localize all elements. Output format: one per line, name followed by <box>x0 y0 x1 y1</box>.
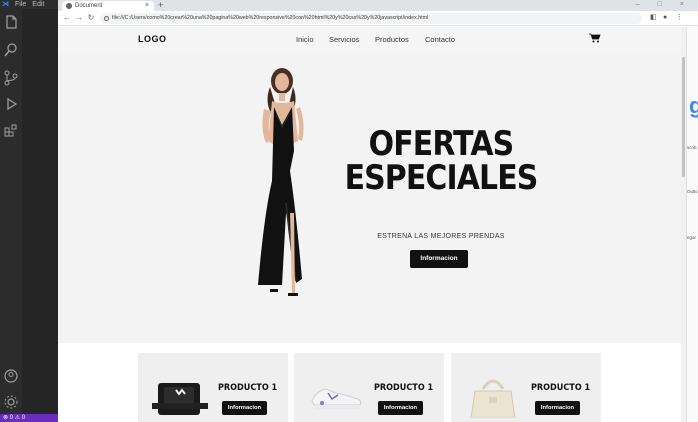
nav-inicio[interactable]: Inicio <box>296 35 314 44</box>
tab-title: Document <box>75 3 103 9</box>
nav-productos[interactable]: Productos <box>375 35 409 44</box>
product-info-button[interactable]: Informacion <box>378 401 423 415</box>
page-viewport: LOGO Inicio Servicios Productos Contacto <box>58 27 681 422</box>
new-tab-button[interactable]: + <box>158 0 163 11</box>
back-icon[interactable]: ← <box>62 13 72 23</box>
site-logo[interactable]: LOGO <box>138 34 167 44</box>
hero-info-button[interactable]: Informacion <box>410 250 468 268</box>
url-text: file:///C:/Users/como%20crear%20una%20pa… <box>112 15 429 21</box>
tab-document[interactable]: Document × <box>62 1 154 11</box>
vscode-statusbar[interactable]: ⊗ 0 ⚠ 0 <box>0 414 58 422</box>
window-controls[interactable]: – □ × <box>636 0 692 9</box>
menu-file[interactable]: File <box>15 1 26 8</box>
vscode-sidebar <box>22 0 58 422</box>
forward-icon[interactable]: → <box>74 13 84 23</box>
screen: ⋊ File Edit ⊗ 0 ⚠ 0 Document × + – □ × ← →… <box>0 0 698 422</box>
product-title: PRODUCTO 1 <box>374 383 434 393</box>
account-icon[interactable] <box>3 368 19 384</box>
hero-title-line2: ESPECIALES <box>344 158 539 198</box>
reload-icon[interactable]: ↻ <box>86 13 96 23</box>
search-icon[interactable] <box>3 42 19 58</box>
nav-servicios[interactable]: Servicios <box>329 35 359 44</box>
profile-icon[interactable]: ● <box>663 13 667 23</box>
settings-gear-icon[interactable] <box>3 394 19 410</box>
run-debug-icon[interactable] <box>3 96 19 112</box>
site-header: LOGO Inicio Servicios Productos Contacto <box>58 27 681 53</box>
scrollbar-thumb[interactable] <box>682 57 685 177</box>
belt-box-image <box>152 383 208 415</box>
address-bar[interactable]: file:///C:/Users/como%20crear%20una%20pa… <box>100 13 642 24</box>
explorer-icon[interactable] <box>3 14 19 30</box>
browser-toolbar: ← → ↻ file:///C:/Users/como%20crear%20un… <box>58 11 698 26</box>
vscode-activity-bar <box>0 0 22 422</box>
product-title: PRODUCTO 1 <box>218 383 278 393</box>
tab-strip: Document × + – □ × <box>58 0 698 11</box>
product-card: PRODUCTO 1 Informacion <box>294 353 444 422</box>
shopping-cart-icon[interactable] <box>589 33 601 43</box>
vscode-menubar: ⋊ File Edit <box>0 0 58 9</box>
tote-bag-image <box>470 379 516 418</box>
product-card: PRODUCTO 1 Informacion <box>451 353 601 422</box>
site-info-icon[interactable] <box>104 16 109 21</box>
side-text-3: Outlo <box>687 189 698 194</box>
menu-edit[interactable]: Edit <box>32 1 44 8</box>
source-control-icon[interactable] <box>3 70 19 86</box>
globe-icon <box>66 3 72 9</box>
vscode-logo-icon: ⋊ <box>2 1 9 8</box>
sneaker-image <box>311 388 362 409</box>
browser-window: Document × + – □ × ← → ↻ file:///C:/User… <box>58 0 698 422</box>
model-dress-image <box>258 68 304 296</box>
google-logo-icon: g <box>689 93 698 119</box>
hero-subtitle: ESTRENA LAS MEJORES PRENDAS <box>377 233 505 240</box>
side-text-4: egar <box>687 235 697 240</box>
tab-close-icon[interactable]: × <box>145 1 149 11</box>
product-card: PRODUCTO 1 Informacion <box>138 353 288 422</box>
hero-title-line1: OFERTAS <box>368 124 515 164</box>
nav-contacto[interactable]: Contacto <box>425 35 455 44</box>
product-title: PRODUCTO 1 <box>531 383 591 393</box>
hero-title: OFERTAS ESPECIALES <box>342 127 541 195</box>
products-section: PRODUCTO 1 Informacion PRODUCTO 1 Inform… <box>58 343 681 422</box>
product-info-button[interactable]: Informacion <box>535 401 580 415</box>
extensions-icon[interactable] <box>3 122 19 138</box>
sidebar-toggle-icon[interactable]: ◧ <box>650 13 657 23</box>
more-menu-icon[interactable]: ⋮ <box>676 13 683 23</box>
product-info-button[interactable]: Informacion <box>222 401 267 415</box>
side-text-2: scrib <box>687 145 697 150</box>
hero-section: OFERTAS ESPECIALES ESTRENA LAS MEJORES P… <box>58 53 681 343</box>
browser-side-panel: bia g scrib Outlo egar <box>686 27 698 422</box>
